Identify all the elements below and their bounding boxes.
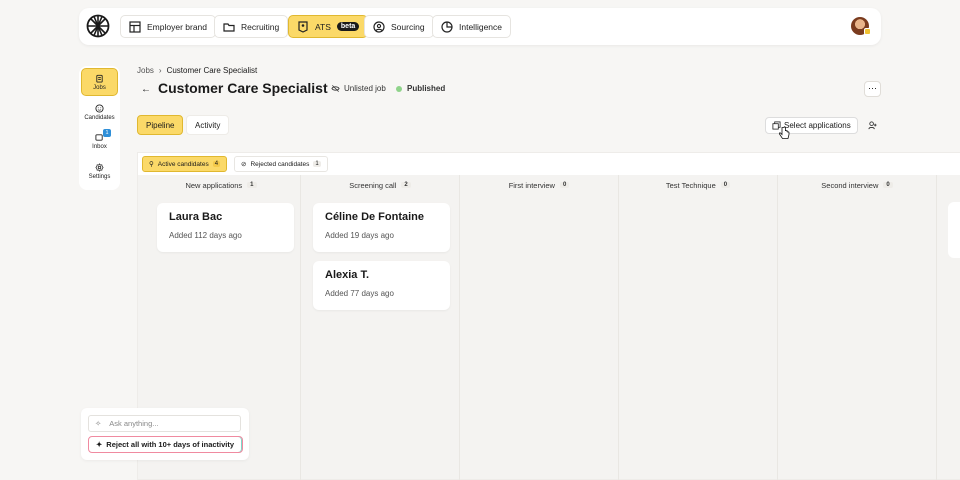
column-header: New applications 1 [142,175,300,195]
candidate-added: Added 77 days ago [325,289,394,298]
badge-icon [298,20,308,33]
sidebar-item-settings[interactable]: Settings [81,157,118,185]
ban-icon: ⊘ [241,161,247,168]
sidebar-item-label: Settings [88,173,111,180]
pie-chart-icon [441,20,453,33]
sidebar-item-jobs[interactable]: Jobs [81,68,118,96]
reject-inactive-button[interactable]: ✦ Reject all with 10+ days of inactivity [88,436,243,453]
select-applications-label: Select applications [784,121,851,130]
sidebar: Jobs Candidates 1 Inbox Settings [79,66,120,190]
published-status[interactable]: Published [396,84,445,93]
beta-badge: beta [336,22,360,31]
column-title: New applications [185,180,243,190]
filter-bar: ⚲ Active candidates 4 ⊘ Rejected candida… [138,153,960,175]
nav-tab-sourcing[interactable]: Sourcing [364,15,434,38]
gear-icon [95,162,104,172]
status-dot-icon [396,85,402,92]
unlisted-status[interactable]: Unlisted job [331,84,386,93]
sidebar-item-inbox[interactable]: 1 Inbox [81,127,118,155]
tab-activity[interactable]: Activity [186,115,230,135]
sidebar-item-candidates[interactable]: Candidates [81,98,118,126]
sidebar-item-label: Jobs [93,84,106,91]
column-title: Test Technique [665,180,716,190]
nav-tab-label: Employer brand [147,21,208,32]
folder-icon [223,22,235,32]
candidate-card[interactable]: Alexia T. Added 77 days ago [313,261,450,310]
inbox-count-badge: 1 [103,129,111,137]
column-screening-call: Screening call 2 Céline De Fontaine Adde… [301,175,460,480]
candidate-added: Added 112 days ago [169,231,242,240]
filter-label: Rejected candidates [250,160,310,168]
candidate-name: Alexia T. [325,269,370,281]
more-options-button[interactable]: ⋯ [864,81,881,97]
column-count: 0 [559,182,570,188]
sparkle-icon: ✦ [96,440,103,449]
column-header: Test Technique 0 [619,175,777,195]
column-title: First interview [508,180,555,190]
sparkle-icon: ✧ [95,419,102,428]
breadcrumb: Jobs › Customer Care Specialist [137,66,257,75]
column-count: 0 [720,182,731,188]
top-navigation-bar: Employer brand Recruiting ATS beta Sourc… [79,8,881,45]
candidate-card[interactable]: Céline De Fontaine Added 19 days ago [313,203,450,252]
filter-count: 4 [212,161,221,167]
smiley-icon [95,103,104,113]
page-title: Customer Care Specialist [158,80,328,96]
nav-tab-label: ATS [315,21,331,32]
assistant-panel: ✧ Ask anything... ✦ Reject all with 10+ … [81,408,249,460]
column-header: First interview 0 [460,175,618,195]
candidate-card[interactable]: Laura Bac Added 112 days ago [157,203,294,252]
candidate-added: Added 19 days ago [325,231,394,240]
assistant-placeholder: Ask anything... [109,419,159,428]
assistant-input[interactable]: ✧ Ask anything... [88,415,241,432]
breadcrumb-current: Customer Care Specialist [166,66,258,75]
reject-inactive-label: Reject all with 10+ days of inactivity [106,440,235,449]
back-arrow-icon[interactable]: ← [139,82,153,96]
logo-icon[interactable] [86,14,110,38]
pipeline-board: ⚲ Active candidates 4 ⊘ Rejected candida… [137,152,960,480]
nav-tab-ats[interactable]: ATS beta [288,15,369,38]
pin-icon: ⚲ [149,161,154,168]
column-count: 1 [247,182,257,188]
nav-tab-intelligence[interactable]: Intelligence [432,15,512,38]
filter-active-candidates[interactable]: ⚲ Active candidates 4 [142,156,228,172]
column-title: Screening call [349,180,397,190]
chevron-right-icon: › [158,66,162,75]
column-test-technique: Test Technique 0 [619,175,778,480]
unlisted-label: Unlisted job [344,84,386,93]
filter-count: 1 [313,161,321,167]
nav-tab-employer-brand[interactable]: Employer brand [120,15,217,38]
column-first-interview: First interview 0 [460,175,619,480]
assign-user-button[interactable] [864,117,881,134]
filter-rejected-candidates[interactable]: ⊘ Rejected candidates 1 [234,156,328,172]
column-count: 0 [883,182,893,188]
layout-icon [129,20,141,33]
column-second-interview: Second interview 0 [778,175,937,480]
column-header: Screening call 2 [301,175,459,195]
nav-tab-label: Recruiting [241,21,280,32]
nav-tab-label: Sourcing [391,21,425,32]
breadcrumb-jobs-link[interactable]: Jobs [137,66,154,75]
user-circle-icon [373,20,385,33]
sidebar-item-label: Inbox [92,143,107,150]
eye-off-icon [331,85,340,92]
candidate-name: Céline De Fontaine [325,211,425,223]
column-header: Second interview 0 [778,175,936,195]
nav-tab-recruiting[interactable]: Recruiting [214,15,289,38]
column-title: Second interview [821,180,879,190]
candidate-card-partial[interactable] [948,202,960,258]
published-label: Published [407,84,446,93]
clipboard-icon [96,74,103,83]
sidebar-item-label: Candidates [84,114,115,121]
nav-tab-label: Intelligence [459,21,503,32]
hand-cursor-icon [779,126,790,139]
tab-pipeline[interactable]: Pipeline [137,115,184,135]
column-count: 2 [401,182,411,188]
user-plus-icon [868,121,877,130]
avatar-status-icon [864,28,871,35]
filter-label: Active candidates [157,160,209,168]
candidate-name: Laura Bac [169,211,223,223]
